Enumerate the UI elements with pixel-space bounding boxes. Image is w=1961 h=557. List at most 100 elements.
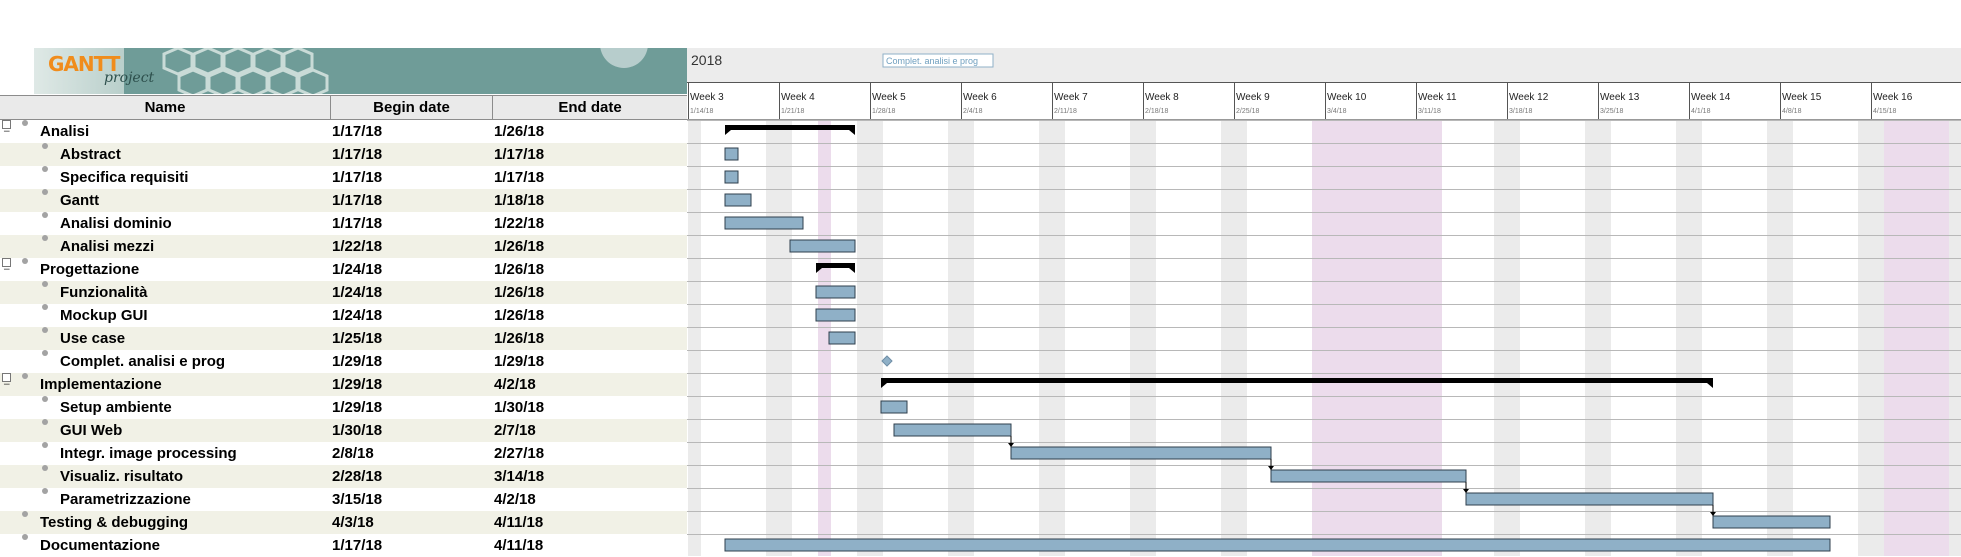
- task-begin-date[interactable]: 4/3/18: [332, 511, 374, 534]
- task-end-date[interactable]: 4/11/18: [494, 511, 543, 534]
- task-row[interactable]: Testing & debugging 4/3/18 4/11/18: [0, 511, 687, 534]
- task-row[interactable]: Visualiz. risultato 2/28/18 3/14/18: [0, 465, 687, 488]
- task-begin-date[interactable]: 2/28/18: [332, 465, 382, 488]
- task-row[interactable]: Analisi dominio 1/17/18 1/22/18: [0, 212, 687, 235]
- task-bar[interactable]: [1270, 469, 1467, 483]
- task-end-date[interactable]: 1/22/18: [494, 212, 544, 235]
- task-begin-date[interactable]: 1/17/18: [332, 212, 382, 235]
- task-row[interactable]: − Progettazione 1/24/18 1/26/18: [0, 258, 687, 281]
- gantt-chart[interactable]: Week 3 1/14/18 Week 4 1/21/18 Week 5 1/28/18 W…: [687, 48, 1961, 556]
- task-end-date[interactable]: 1/26/18: [494, 304, 544, 327]
- task-name[interactable]: Implementazione: [40, 373, 162, 396]
- task-begin-date[interactable]: 1/24/18: [332, 281, 382, 304]
- task-end-date[interactable]: 1/26/18: [494, 120, 544, 143]
- task-begin-date[interactable]: 3/15/18: [332, 488, 382, 511]
- task-begin-date[interactable]: 1/17/18: [332, 143, 382, 166]
- task-name[interactable]: Testing & debugging: [40, 511, 188, 534]
- task-row[interactable]: GUI Web 1/30/18 2/7/18: [0, 419, 687, 442]
- task-row[interactable]: Mockup GUI 1/24/18 1/26/18: [0, 304, 687, 327]
- task-begin-date[interactable]: 1/22/18: [332, 235, 382, 258]
- task-name[interactable]: Documentazione: [40, 534, 160, 557]
- task-row[interactable]: − Analisi 1/17/18 1/26/18: [0, 120, 687, 143]
- summary-bar[interactable]: [725, 125, 855, 130]
- task-row[interactable]: Setup ambiente 1/29/18 1/30/18: [0, 396, 687, 419]
- task-bar[interactable]: [828, 331, 856, 345]
- task-end-date[interactable]: 1/26/18: [494, 281, 544, 304]
- task-end-date[interactable]: 1/29/18: [494, 350, 544, 373]
- task-name[interactable]: Integr. image processing: [60, 442, 237, 465]
- task-begin-date[interactable]: 1/29/18: [332, 396, 382, 419]
- column-header-end-date[interactable]: End date: [493, 96, 687, 119]
- task-bar[interactable]: [724, 538, 1831, 552]
- task-row[interactable]: Integr. image processing 2/8/18 2/27/18: [0, 442, 687, 465]
- task-begin-date[interactable]: 1/17/18: [332, 534, 382, 557]
- summary-bar[interactable]: [881, 378, 1713, 383]
- summary-bar[interactable]: [816, 263, 855, 268]
- task-name[interactable]: Progettazione: [40, 258, 139, 281]
- task-name[interactable]: Specifica requisiti: [60, 166, 188, 189]
- task-begin-date[interactable]: 1/29/18: [332, 373, 382, 396]
- task-bar[interactable]: [880, 400, 908, 414]
- task-begin-date[interactable]: 1/17/18: [332, 166, 382, 189]
- task-name[interactable]: Visualiz. risultato: [60, 465, 183, 488]
- task-bar[interactable]: [724, 170, 739, 184]
- task-name[interactable]: Mockup GUI: [60, 304, 148, 327]
- task-row[interactable]: Complet. analisi e prog 1/29/18 1/29/18: [0, 350, 687, 373]
- task-row[interactable]: Specifica requisiti 1/17/18 1/17/18: [0, 166, 687, 189]
- task-bar[interactable]: [724, 193, 752, 207]
- task-row[interactable]: Analisi mezzi 1/22/18 1/26/18: [0, 235, 687, 258]
- task-begin-date[interactable]: 1/17/18: [332, 189, 382, 212]
- task-bar[interactable]: [1010, 446, 1272, 460]
- task-row[interactable]: Funzionalità 1/24/18 1/26/18: [0, 281, 687, 304]
- task-name[interactable]: Setup ambiente: [60, 396, 172, 419]
- task-end-date[interactable]: 4/11/18: [494, 534, 543, 557]
- task-name[interactable]: Use case: [60, 327, 125, 350]
- task-row[interactable]: Gantt 1/17/18 1/18/18: [0, 189, 687, 212]
- task-name[interactable]: Parametrizzazione: [60, 488, 191, 511]
- task-end-date[interactable]: 2/27/18: [494, 442, 544, 465]
- task-end-date[interactable]: 1/17/18: [494, 166, 544, 189]
- task-end-date[interactable]: 4/2/18: [494, 488, 536, 511]
- task-bar[interactable]: [789, 239, 856, 253]
- task-bar[interactable]: [724, 216, 804, 230]
- task-end-date[interactable]: 4/2/18: [494, 373, 536, 396]
- task-end-date[interactable]: 1/26/18: [494, 235, 544, 258]
- task-name[interactable]: Analisi dominio: [60, 212, 172, 235]
- task-name[interactable]: Abstract: [60, 143, 121, 166]
- task-row[interactable]: Documentazione 1/17/18 4/11/18: [0, 534, 687, 557]
- collapse-toggle-icon[interactable]: −: [2, 258, 11, 275]
- collapse-toggle-icon[interactable]: −: [2, 120, 11, 137]
- task-end-date[interactable]: 1/18/18: [494, 189, 544, 212]
- column-header-begin-date[interactable]: Begin date: [331, 96, 493, 119]
- task-end-date[interactable]: 1/26/18: [494, 258, 544, 281]
- collapse-toggle-icon[interactable]: −: [2, 373, 11, 390]
- task-end-date[interactable]: 1/26/18: [494, 327, 544, 350]
- task-name[interactable]: Complet. analisi e prog: [60, 350, 225, 373]
- task-name[interactable]: Analisi mezzi: [60, 235, 154, 258]
- task-name[interactable]: Funzionalità: [60, 281, 148, 304]
- task-name[interactable]: Gantt: [60, 189, 99, 212]
- column-header-name[interactable]: Name: [0, 96, 331, 119]
- task-begin-date[interactable]: 1/24/18: [332, 304, 382, 327]
- task-begin-date[interactable]: 2/8/18: [332, 442, 374, 465]
- task-name[interactable]: GUI Web: [60, 419, 122, 442]
- task-end-date[interactable]: 2/7/18: [494, 419, 536, 442]
- task-begin-date[interactable]: 1/29/18: [332, 350, 382, 373]
- task-begin-date[interactable]: 1/30/18: [332, 419, 382, 442]
- task-bar[interactable]: [893, 423, 1012, 437]
- task-row[interactable]: − Implementazione 1/29/18 4/2/18: [0, 373, 687, 396]
- task-bar[interactable]: [1712, 515, 1831, 529]
- task-row[interactable]: Use case 1/25/18 1/26/18: [0, 327, 687, 350]
- task-bar[interactable]: [815, 308, 856, 322]
- task-bar[interactable]: [815, 285, 856, 299]
- task-row[interactable]: Parametrizzazione 3/15/18 4/2/18: [0, 488, 687, 511]
- task-end-date[interactable]: 1/30/18: [494, 396, 544, 419]
- task-end-date[interactable]: 1/17/18: [494, 143, 544, 166]
- task-row[interactable]: Abstract 1/17/18 1/17/18: [0, 143, 687, 166]
- task-begin-date[interactable]: 1/24/18: [332, 258, 382, 281]
- task-begin-date[interactable]: 1/25/18: [332, 327, 382, 350]
- task-name[interactable]: Analisi: [40, 120, 89, 143]
- task-bar[interactable]: [1465, 492, 1714, 506]
- task-begin-date[interactable]: 1/17/18: [332, 120, 382, 143]
- task-end-date[interactable]: 3/14/18: [494, 465, 544, 488]
